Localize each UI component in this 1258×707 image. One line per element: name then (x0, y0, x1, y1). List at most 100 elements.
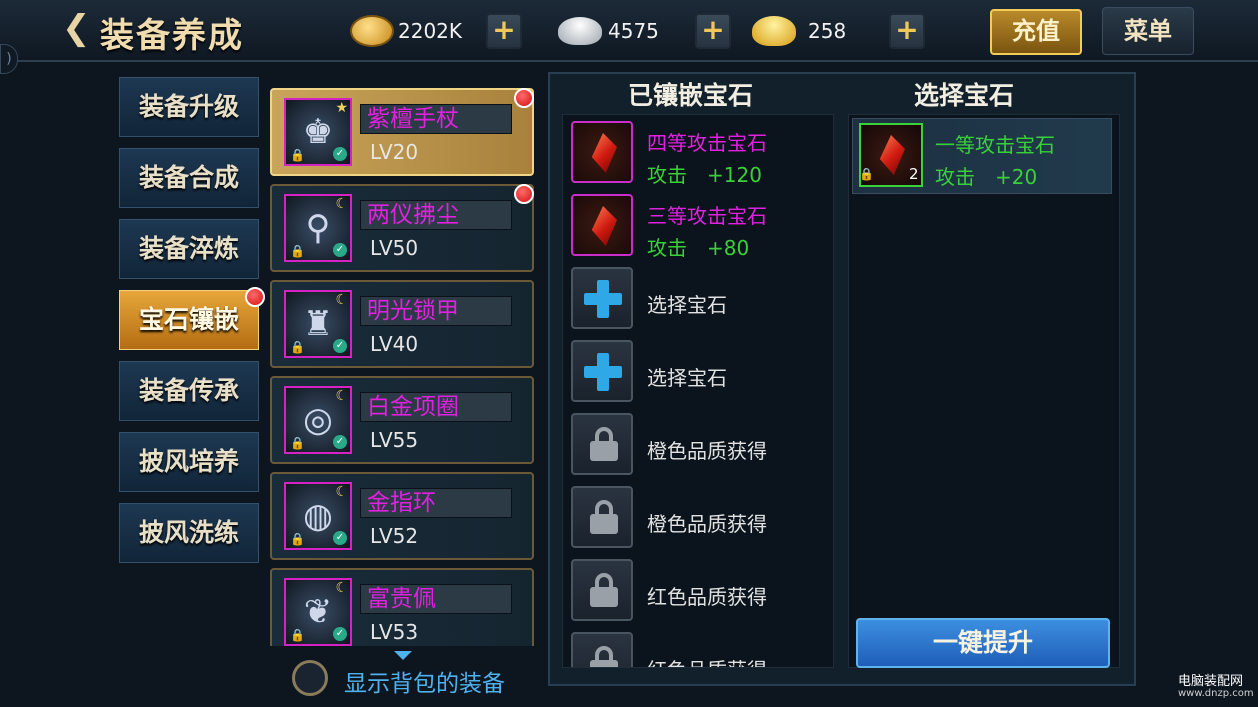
equipment-level: LV55 (370, 428, 419, 452)
ring-icon: ◍ ☾ 🔒 ✓ (284, 482, 352, 550)
equipment-level: LV40 (370, 332, 419, 356)
armor-icon: ♜ ☾ 🔒 ✓ (284, 290, 352, 358)
lock-icon: 🔒 (290, 628, 305, 642)
show-bag-label[interactable]: 显示背包的装备 (344, 664, 505, 698)
whisk-icon: ⚲ ☾ 🔒 ✓ (284, 194, 352, 262)
add-silver-button[interactable]: + (695, 13, 731, 49)
available-gem-list[interactable] (848, 114, 1120, 668)
add-gem-slot[interactable] (571, 267, 633, 329)
check-icon: ✓ (333, 627, 347, 641)
slot-label: 红色品质获得 (647, 654, 767, 667)
equipment-item[interactable]: ♜ ☾ 🔒 ✓ 明光锁甲 LV40 (270, 280, 534, 368)
equipment-level: LV53 (370, 620, 419, 644)
equipment-list[interactable]: ♚ ★ 🔒 ✓ 紫檀手杖 LV20 ⚲ ☾ 🔒 ✓ 两仪拂尘 LV50 ♜ ☾ 🔒 ✓ 明光锁甲 … (266, 80, 538, 646)
padlock-icon (590, 427, 618, 461)
equipment-name: 白金项圈 (360, 392, 512, 422)
select-gem-title: 选择宝石 (914, 81, 1015, 110)
lock-icon: 🔒 (290, 244, 305, 258)
coin-amount: 2202K (398, 19, 463, 43)
locked-gem-slot (571, 632, 633, 667)
staff-icon: ♚ ★ 🔒 ✓ (284, 98, 352, 166)
equipment-item[interactable]: ◍ ☾ 🔒 ✓ 金指环 LV52 (270, 472, 534, 560)
inlaid-gems-title: 已镶嵌宝石 (628, 81, 754, 110)
tab-equip-synthesis[interactable]: 装备合成 (119, 148, 259, 208)
gold-amount: 258 (808, 19, 847, 43)
tab-equip-upgrade[interactable]: 装备升级 (119, 77, 259, 137)
show-bag-checkbox[interactable] (292, 660, 328, 696)
equipment-level: LV20 (370, 140, 419, 164)
equipment-name: 金指环 (360, 488, 512, 518)
gem-slot[interactable] (571, 194, 633, 256)
gem-slot[interactable] (571, 121, 633, 183)
add-gold-button[interactable]: + (889, 13, 925, 49)
equipment-item[interactable]: ⚲ ☾ 🔒 ✓ 两仪拂尘 LV50 (270, 184, 534, 272)
one-click-upgrade-button[interactable]: 一键提升 (856, 618, 1110, 668)
recharge-button[interactable]: 充值 (990, 9, 1082, 55)
red-gem-icon (591, 206, 617, 246)
add-coin-button[interactable]: + (486, 13, 522, 49)
gem-name: 三等攻击宝石 (647, 204, 767, 228)
check-icon: ✓ (333, 243, 347, 257)
scroll-down-arrow-icon[interactable] (394, 651, 412, 660)
tab-equip-inherit[interactable]: 装备传承 (119, 361, 259, 421)
equipment-item[interactable]: ❦ ☾ 🔒 ✓ 富贵佩 LV53 (270, 568, 534, 646)
gold-ingot-icon (752, 16, 796, 46)
watermark-text: 电脑装配网 (1178, 674, 1244, 689)
gem-stat: 攻击 +120 (647, 163, 762, 187)
pendant-icon: ❦ ☾ 🔒 ✓ (284, 578, 352, 646)
locked-gem-slot (571, 413, 633, 475)
gem-count: 2 (909, 165, 919, 183)
lock-icon: 🔒 (859, 167, 874, 181)
red-gem-icon (591, 133, 617, 173)
silver-amount: 4575 (608, 19, 659, 43)
menu-button[interactable]: 菜单 (1102, 7, 1194, 55)
slot-label: 红色品质获得 (647, 585, 767, 609)
equipment-name: 富贵佩 (360, 584, 512, 614)
slot-label: 选择宝石 (647, 366, 727, 390)
plus-icon (584, 353, 622, 391)
equipment-name: 紫檀手杖 (360, 104, 512, 134)
equipment-name: 明光锁甲 (360, 296, 512, 326)
red-gem-icon (879, 135, 905, 175)
lock-icon: 🔒 (290, 532, 305, 546)
gem-stat: 攻击 +20 (935, 165, 1038, 189)
necklace-icon: ◎ ☾ 🔒 ✓ (284, 386, 352, 454)
lock-icon: 🔒 (290, 340, 305, 354)
inlaid-gem-list[interactable]: 四等攻击宝石 攻击 +120 三等攻击宝石 攻击 +80 选择宝石 选择宝石 橙… (562, 114, 834, 668)
gem-name: 四等攻击宝石 (647, 131, 767, 155)
tab-gem-inlay[interactable]: 宝石镶嵌 (119, 290, 259, 350)
add-gem-slot[interactable] (571, 340, 633, 402)
equipment-name: 两仪拂尘 (360, 200, 512, 230)
check-icon: ✓ (333, 339, 347, 353)
page-title: 装备养成 (100, 16, 244, 56)
equipment-level: LV52 (370, 524, 419, 548)
slot-label: 选择宝石 (647, 293, 727, 317)
slot-label: 橙色品质获得 (647, 439, 767, 463)
check-icon: ✓ (333, 147, 347, 161)
tab-cloak-train[interactable]: 披风培养 (119, 432, 259, 492)
notification-dot (514, 184, 534, 204)
notification-dot (245, 287, 265, 307)
gem-stat: 攻击 +80 (647, 236, 750, 260)
equipment-item[interactable]: ♚ ★ 🔒 ✓ 紫檀手杖 LV20 (270, 88, 534, 176)
equipment-level: LV50 (370, 236, 419, 260)
gem-name: 一等攻击宝石 (935, 133, 1055, 157)
watermark-url: www.dnzp.com (1178, 688, 1254, 699)
padlock-icon (590, 573, 618, 607)
silver-ingot-icon (558, 17, 602, 45)
check-icon: ✓ (333, 435, 347, 449)
padlock-icon (590, 646, 618, 667)
lock-icon: 🔒 (290, 436, 305, 450)
tab-equip-refine[interactable]: 装备淬炼 (119, 219, 259, 279)
locked-gem-slot (571, 486, 633, 548)
equipment-item[interactable]: ◎ ☾ 🔒 ✓ 白金项圈 LV55 (270, 376, 534, 464)
check-icon: ✓ (333, 531, 347, 545)
locked-gem-slot (571, 559, 633, 621)
back-arrow-icon[interactable]: ❮ (62, 8, 91, 48)
slot-label: 橙色品质获得 (647, 512, 767, 536)
notification-dot (514, 88, 534, 108)
available-gem-item[interactable]: 🔒 2 一等攻击宝石 攻击 +20 (852, 118, 1112, 194)
coin-icon (350, 15, 394, 47)
tab-cloak-reroll[interactable]: 披风洗练 (119, 503, 259, 563)
lock-icon: 🔒 (290, 148, 305, 162)
